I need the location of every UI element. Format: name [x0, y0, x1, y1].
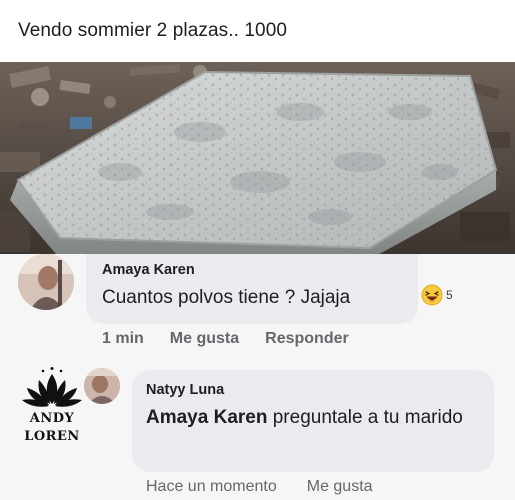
post-text: Vendo sommier 2 plazas.. 1000 — [18, 20, 288, 41]
watermark-line2: LOREN — [24, 429, 80, 444]
comment-author[interactable]: Natyy Luna — [146, 382, 224, 398]
like-button[interactable]: Me gusta — [170, 330, 239, 348]
lotus-icon — [22, 367, 82, 407]
comment-author[interactable]: Amaya Karen — [102, 262, 195, 278]
like-button[interactable]: Me gusta — [307, 478, 373, 496]
mattress-image[interactable] — [0, 62, 515, 254]
comment-text: Cuantos polvos tiene ? Jajaja — [102, 287, 351, 308]
comment-actions: 1 min Me gusta Responder — [102, 330, 349, 348]
watermark-line1: ANDY — [29, 411, 75, 426]
comment-text: Amaya Karen preguntale a tu marido — [146, 404, 476, 432]
comment-text-body: preguntale a tu marido — [267, 407, 463, 428]
comment-time: Hace un momento — [146, 478, 277, 495]
comment-time: 1 min — [102, 330, 144, 347]
avatar[interactable] — [18, 254, 74, 310]
mention-link[interactable]: Amaya Karen — [146, 407, 267, 428]
reply-button[interactable]: Responder — [265, 330, 349, 348]
watermark: ANDY LOREN — [18, 366, 86, 446]
laughing-emoji-icon — [421, 284, 443, 306]
reaction-count: 5 — [446, 288, 453, 302]
reaction-summary[interactable]: 5 — [421, 284, 453, 306]
comment-actions: Hace un momento Me gusta — [146, 478, 373, 496]
avatar[interactable] — [84, 368, 120, 404]
